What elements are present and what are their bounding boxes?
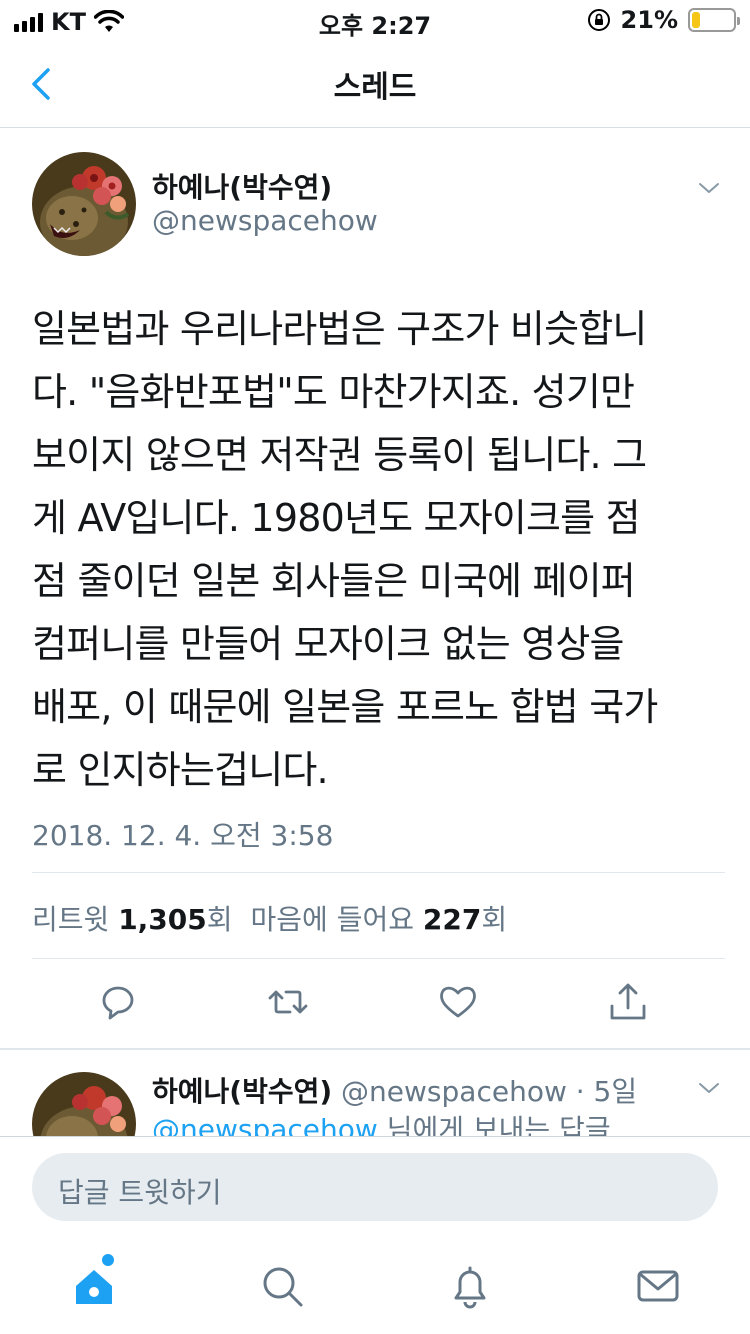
- reply-header: 하예나(박수연) @newspacehow · 5일: [152, 1070, 637, 1110]
- like-count: 227: [422, 903, 482, 936]
- hyena-avatar-image: [32, 1072, 136, 1136]
- chevron-down-icon[interactable]: [697, 176, 721, 200]
- tweet-stats: 리트윗 1,305회 마음에 들어요 227회: [32, 898, 507, 938]
- like-suffix: 회: [481, 903, 508, 936]
- orientation-lock-icon: [587, 9, 610, 31]
- like-icon[interactable]: [436, 980, 480, 1024]
- reply-meta: @newspacehow · 5일: [332, 1075, 638, 1108]
- nav-header: 스레드: [0, 40, 750, 128]
- retweet-stat[interactable]: 리트윗 1,305회: [32, 898, 233, 938]
- battery-percent: 21%: [620, 6, 678, 34]
- tweet-text: 일본법과 우리나라법은 구조가 비슷합니 다. "음화반포법"도 마찬가지죠. …: [32, 307, 658, 792]
- share-icon[interactable]: [606, 980, 650, 1024]
- new-content-dot: [102, 1254, 114, 1266]
- compose-bar: 답글 트윗하기: [0, 1136, 750, 1236]
- notifications-icon[interactable]: [446, 1262, 494, 1310]
- tweet-actions: [0, 980, 750, 1030]
- reply-icon[interactable]: [96, 980, 140, 1024]
- status-bar: KT 오후 2:27 21%: [0, 0, 750, 40]
- page-title: 스레드: [333, 70, 417, 105]
- reply-tweet[interactable]: 하예나(박수연) @newspacehow · 5일 @newspacehow …: [0, 1050, 750, 1136]
- like-label: 마음에 들어요: [250, 903, 414, 936]
- replying-to: @newspacehow 님에게 보내는 답글: [152, 1108, 611, 1136]
- reply-mention-link[interactable]: @newspacehow: [152, 1113, 378, 1136]
- retweet-suffix: 회: [206, 903, 233, 936]
- search-icon[interactable]: [258, 1262, 306, 1310]
- retweet-icon[interactable]: [266, 980, 310, 1024]
- chevron-down-icon[interactable]: [697, 1076, 721, 1100]
- battery-level: [692, 12, 701, 28]
- tab-bar: [0, 1236, 750, 1334]
- hyena-avatar-image: [32, 152, 136, 256]
- home-icon[interactable]: [70, 1262, 118, 1310]
- retweet-label: 리트윗: [32, 903, 110, 936]
- status-right: 21%: [587, 6, 740, 34]
- battery-icon: [688, 8, 740, 32]
- messages-icon[interactable]: [634, 1262, 682, 1310]
- retweet-count: 1,305: [118, 903, 207, 936]
- tweet-timestamp: 2018. 12. 4. 오전 3:58: [32, 819, 334, 852]
- author-name[interactable]: 하예나(박수연): [152, 166, 332, 206]
- divider: [32, 958, 725, 959]
- reply-to-suffix: 님에게 보내는 답글: [377, 1113, 611, 1136]
- like-stat[interactable]: 마음에 들어요 227회: [251, 898, 508, 938]
- reply-input[interactable]: 답글 트윗하기: [32, 1153, 718, 1221]
- reply-author-name[interactable]: 하예나(박수연): [152, 1075, 332, 1108]
- divider: [32, 872, 725, 873]
- reply-author-avatar[interactable]: [32, 1072, 136, 1136]
- author-avatar[interactable]: [32, 152, 136, 256]
- author-handle[interactable]: @newspacehow: [152, 204, 378, 237]
